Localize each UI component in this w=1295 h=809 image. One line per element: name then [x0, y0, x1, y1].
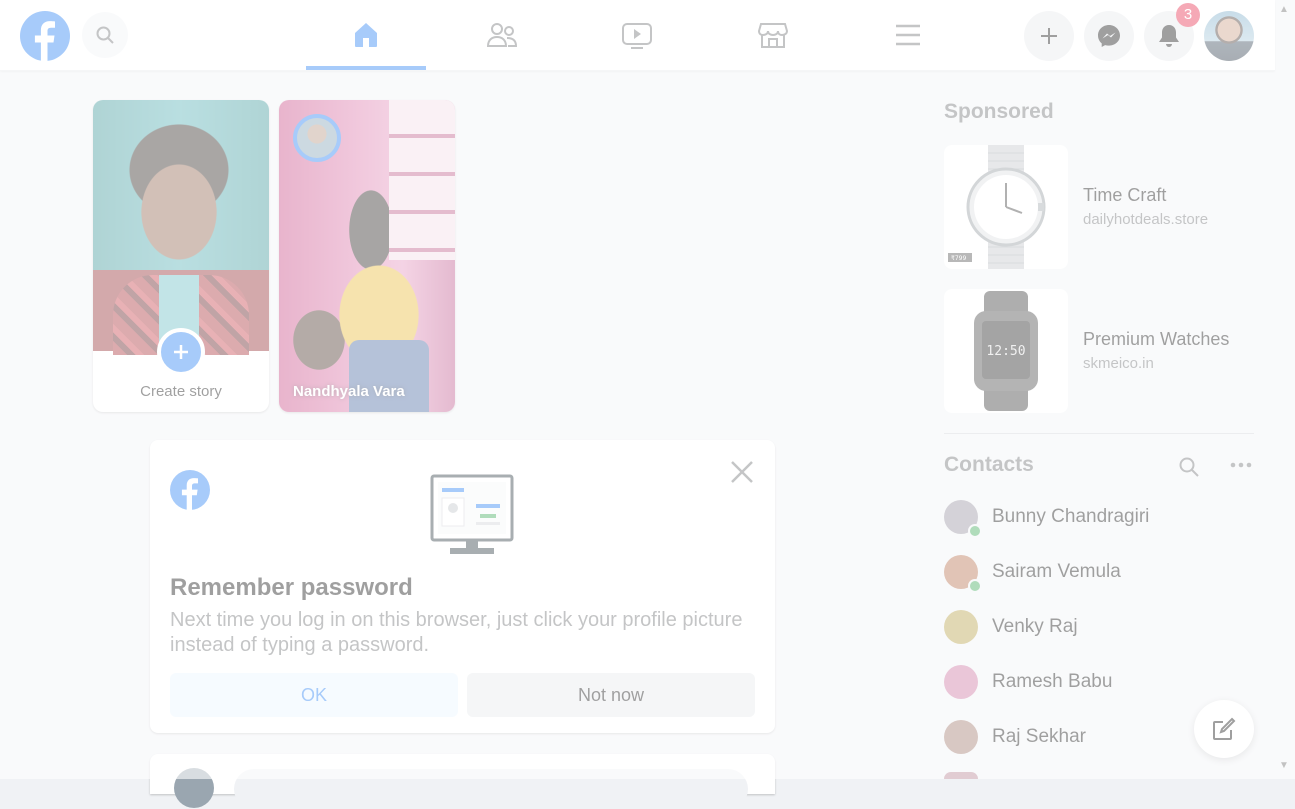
- contacts-heading: Contacts: [944, 453, 1034, 476]
- ad-title: Time Craft: [1083, 185, 1167, 205]
- tab-marketplace[interactable]: [713, 0, 833, 70]
- notification-badge: 3: [1176, 3, 1200, 27]
- contact-name: Venky Raj: [992, 616, 1078, 637]
- contact-item[interactable]: Sairam Vemula: [944, 555, 1254, 599]
- facebook-logo[interactable]: [20, 11, 70, 61]
- messenger-button[interactable]: [1084, 11, 1134, 61]
- story-card[interactable]: Nandhyala Vara: [279, 100, 455, 412]
- story-author-name: Nandhyala Vara: [293, 383, 405, 400]
- messenger-icon: [1098, 25, 1120, 47]
- search-icon: [1179, 457, 1199, 477]
- contact-name: Raj Sekhar: [992, 726, 1086, 747]
- contact-name: Bunny Chandragiri: [992, 506, 1150, 527]
- marketplace-icon: [757, 23, 789, 48]
- contacts-search-button[interactable]: [1177, 455, 1201, 479]
- watch-icon: ₹799: [948, 145, 1046, 269]
- hamburger-menu-icon: [896, 24, 920, 46]
- avatar: [174, 768, 214, 808]
- create-button[interactable]: [1024, 11, 1074, 61]
- tab-friends[interactable]: [442, 0, 562, 70]
- composer-input[interactable]: [234, 769, 748, 809]
- contact-item[interactable]: Venky Raj: [944, 610, 1254, 654]
- tab-menu[interactable]: [848, 0, 968, 70]
- divider: [944, 433, 1254, 434]
- watch-display: 12:50: [986, 344, 1025, 359]
- compose-icon: [1213, 717, 1236, 740]
- search-icon: [96, 26, 114, 44]
- story-photo-jeans: [349, 340, 429, 412]
- account-avatar[interactable]: [1204, 11, 1254, 61]
- new-message-button[interactable]: [1194, 700, 1254, 758]
- ad-title: Premium Watches: [1083, 329, 1230, 349]
- contact-item[interactable]: Ramesh Babu: [944, 665, 1254, 709]
- plus-icon: [1041, 28, 1057, 44]
- ok-button[interactable]: OK: [170, 673, 458, 717]
- create-story-label: Create story: [140, 383, 222, 400]
- create-story-photo: [93, 100, 269, 355]
- scrollbar-up-arrow[interactable]: ▲: [1279, 4, 1289, 15]
- avatar: [944, 772, 978, 779]
- close-icon: [731, 461, 753, 483]
- ad-image-digital-watch: 12:50: [944, 289, 1068, 413]
- facebook-logo-icon: [170, 470, 210, 510]
- plus-icon: [174, 345, 188, 359]
- avatar: [944, 610, 978, 644]
- search-button[interactable]: [82, 12, 128, 58]
- top-navigation-bar: [0, 0, 1275, 71]
- contacts-more-button[interactable]: [1229, 455, 1253, 479]
- ad-time-craft[interactable]: ₹799 Time Craft dailyhotdeals.store: [944, 145, 1254, 269]
- ad-domain: skmeico.in: [1083, 355, 1154, 372]
- story-author-avatar: [293, 114, 341, 162]
- ad-premium-watches[interactable]: 12:50 Premium Watches skmeico.in: [944, 289, 1254, 413]
- scrollbar-down-arrow[interactable]: ▼: [1279, 760, 1289, 771]
- online-indicator: [968, 579, 982, 593]
- contact-name: Sairam Vemula: [992, 561, 1121, 582]
- more-dots-icon: [1230, 462, 1252, 468]
- tab-home[interactable]: [306, 0, 426, 70]
- create-story-card[interactable]: Create story: [93, 100, 269, 412]
- ad-domain: dailyhotdeals.store: [1083, 211, 1209, 228]
- contact-name: Ramesh Babu: [992, 671, 1113, 692]
- contact-item[interactable]: Bunny Chandragiri: [944, 500, 1254, 544]
- sponsored-heading: Sponsored: [944, 100, 1054, 123]
- create-story-plus-button[interactable]: [157, 328, 205, 376]
- remember-password-card: Remember password Next time you log in o…: [150, 440, 775, 733]
- avatar: [944, 720, 978, 754]
- computer-illustration-icon: [430, 474, 514, 558]
- story-photo-shelf: [389, 100, 455, 260]
- ad-price-tag: ₹799: [951, 255, 966, 262]
- remember-password-title: Remember password: [170, 574, 413, 601]
- home-icon: [355, 23, 377, 47]
- online-indicator: [968, 524, 982, 538]
- video-icon: [622, 23, 652, 49]
- ad-image-watch: ₹799: [944, 145, 1068, 269]
- bell-icon: [1159, 25, 1179, 47]
- tab-watch[interactable]: [577, 0, 697, 70]
- not-now-button[interactable]: Not now: [467, 673, 755, 717]
- remember-password-description: Next time you log in on this browser, ju…: [170, 609, 743, 656]
- friends-icon: [486, 23, 518, 47]
- digital-watch-icon: 12:50: [974, 291, 1038, 411]
- avatar: [944, 665, 978, 699]
- close-button[interactable]: [728, 458, 756, 486]
- post-composer: [150, 754, 775, 809]
